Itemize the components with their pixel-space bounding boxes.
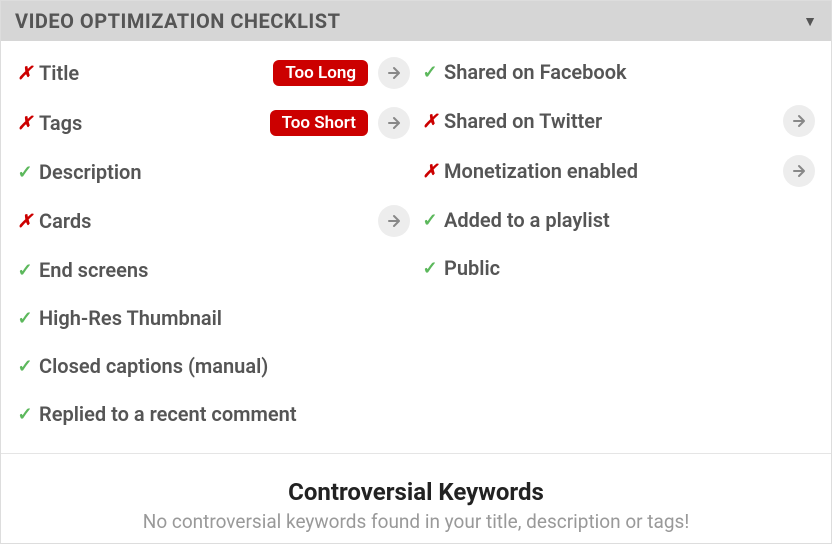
goto-arrow-button[interactable] [783, 105, 815, 137]
item-label: Title [39, 61, 273, 85]
goto-arrow-button[interactable] [783, 155, 815, 187]
check-icon: ✓ [11, 356, 39, 377]
arrow-right-icon [386, 115, 402, 131]
arrow-right-icon [791, 113, 807, 129]
collapse-caret-icon: ▼ [803, 13, 817, 30]
controversial-keywords-section: Controversial Keywords No controversial … [1, 453, 831, 543]
status-badge: Too Long [273, 60, 368, 86]
checklist-column-left: ✗ Title Too Long ✗ Tags Too Short ✓ Desc… [11, 57, 416, 429]
check-icon: ✓ [11, 308, 39, 329]
checklist-body: ✗ Title Too Long ✗ Tags Too Short ✓ Desc… [1, 41, 831, 453]
status-badge: Too Short [270, 110, 368, 136]
checklist-column-right: ✓ Shared on Facebook ✗ Shared on Twitter… [416, 57, 821, 429]
checklist-item-title: ✗ Title Too Long [11, 57, 416, 89]
check-icon: ✓ [416, 258, 444, 279]
item-label: End screens [39, 258, 416, 282]
check-icon: ✓ [416, 210, 444, 231]
check-icon: ✓ [11, 162, 39, 183]
cross-icon: ✗ [11, 63, 39, 84]
item-label: Shared on Twitter [444, 109, 783, 133]
arrow-right-icon [386, 213, 402, 229]
item-label: Tags [39, 111, 270, 135]
cross-icon: ✗ [11, 113, 39, 134]
check-icon: ✓ [11, 404, 39, 425]
item-label: Added to a playlist [444, 208, 821, 232]
goto-arrow-button[interactable] [378, 107, 410, 139]
checklist-item-playlist: ✓ Added to a playlist [416, 205, 821, 235]
item-label: Cards [39, 209, 378, 233]
checklist-item-thumbnail: ✓ High-Res Thumbnail [11, 303, 416, 333]
checklist-item-cards: ✗ Cards [11, 205, 416, 237]
checklist-item-description: ✓ Description [11, 157, 416, 187]
checklist-item-facebook: ✓ Shared on Facebook [416, 57, 821, 87]
keywords-title: Controversial Keywords [11, 478, 821, 506]
item-label: Closed captions (manual) [39, 354, 416, 378]
item-label: Description [39, 160, 416, 184]
item-label: Replied to a recent comment [39, 402, 416, 426]
item-label: Monetization enabled [444, 159, 783, 183]
arrow-right-icon [791, 163, 807, 179]
item-label: High-Res Thumbnail [39, 306, 416, 330]
item-label: Shared on Facebook [444, 60, 821, 84]
goto-arrow-button[interactable] [378, 57, 410, 89]
cross-icon: ✗ [416, 161, 444, 182]
arrow-right-icon [386, 65, 402, 81]
checklist-item-replied-comment: ✓ Replied to a recent comment [11, 399, 416, 429]
panel-title: VIDEO OPTIMIZATION CHECKLIST [15, 9, 340, 33]
checklist-item-end-screens: ✓ End screens [11, 255, 416, 285]
check-icon: ✓ [416, 62, 444, 83]
checklist-item-public: ✓ Public [416, 253, 821, 283]
panel-header[interactable]: VIDEO OPTIMIZATION CHECKLIST ▼ [1, 1, 831, 41]
checklist-item-monetization: ✗ Monetization enabled [416, 155, 821, 187]
check-icon: ✓ [11, 260, 39, 281]
item-label: Public [444, 256, 821, 280]
checklist-item-tags: ✗ Tags Too Short [11, 107, 416, 139]
cross-icon: ✗ [416, 111, 444, 132]
keywords-subtitle: No controversial keywords found in your … [11, 510, 821, 533]
video-optimization-panel: VIDEO OPTIMIZATION CHECKLIST ▼ ✗ Title T… [0, 0, 832, 544]
checklist-item-captions: ✓ Closed captions (manual) [11, 351, 416, 381]
goto-arrow-button[interactable] [378, 205, 410, 237]
checklist-item-twitter: ✗ Shared on Twitter [416, 105, 821, 137]
cross-icon: ✗ [11, 211, 39, 232]
